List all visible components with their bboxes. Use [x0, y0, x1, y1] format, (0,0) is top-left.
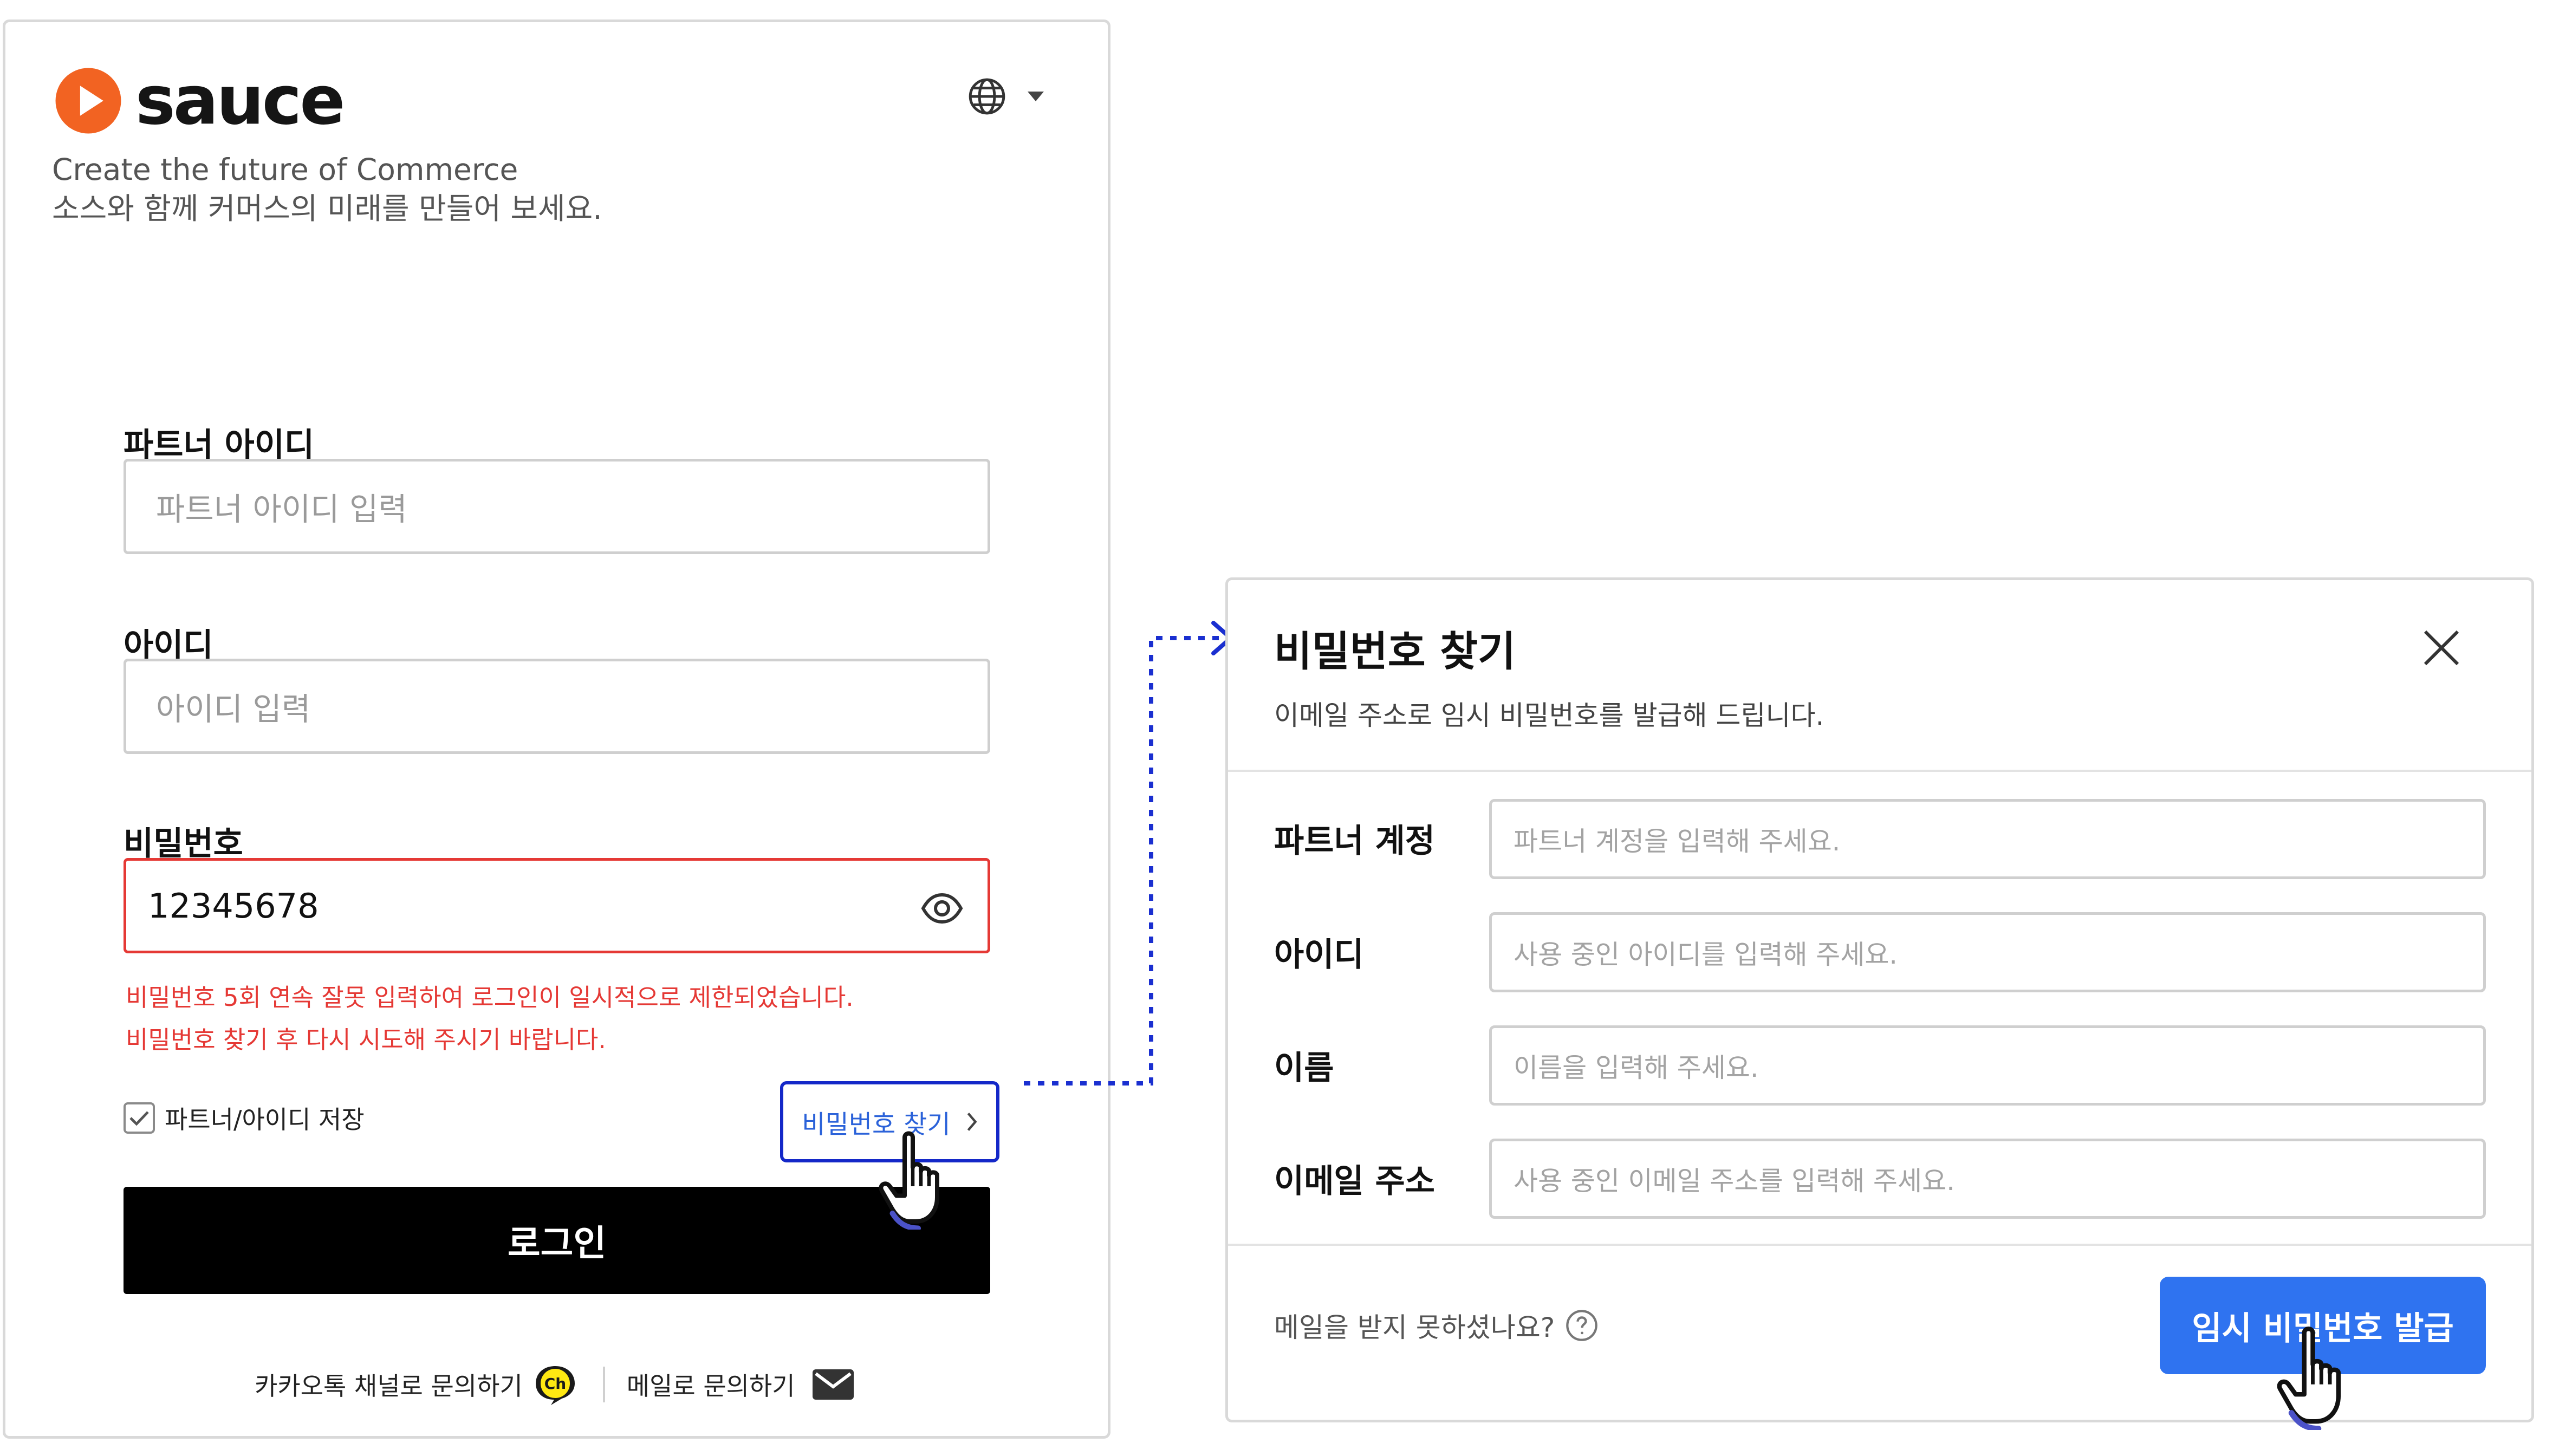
mail-contact-link[interactable]: 메일로 문의하기 — [627, 1367, 795, 1402]
name-placeholder: 이름을 입력해 주세요. — [1514, 1052, 1759, 1083]
partner-id-placeholder: 파트너 아이디 입력 — [156, 491, 407, 528]
mail-help[interactable]: 메일을 받지 못하셨나요? — [1274, 1306, 1599, 1345]
contact-divider — [602, 1367, 605, 1402]
modal-id-input[interactable]: 사용 중인 아이디를 입력해 주세요. — [1489, 912, 2486, 992]
password-error: 비밀번호 5회 연속 잘못 입력하여 로그인이 일시적으로 제한되었습니다. 비… — [126, 977, 854, 1061]
name-label: 이름 — [1274, 1049, 1334, 1087]
email-label: 이메일 주소 — [1274, 1162, 1435, 1200]
hand-pointer-icon-2 — [2277, 1327, 2341, 1430]
password-label: 비밀번호 — [124, 825, 243, 863]
login-button[interactable]: 로그인 — [124, 1187, 990, 1294]
brand-name: sauce — [135, 62, 345, 140]
modal-id-label: 아이디 — [1274, 936, 1364, 974]
partner-account-placeholder: 파트너 계정을 입력해 주세요. — [1514, 826, 1841, 857]
login-button-label: 로그인 — [507, 1223, 607, 1264]
language-selector[interactable] — [967, 76, 1044, 116]
play-logo-icon — [55, 68, 121, 134]
remember-checkbox-row[interactable]: 파트너/아이디 저장 — [124, 1100, 365, 1136]
sauce-logo: sauce — [54, 62, 345, 140]
contact-row: 카카오톡 채널로 문의하기 Ch 메일로 문의하기 — [255, 1363, 854, 1406]
question-icon[interactable] — [1564, 1308, 1599, 1343]
close-icon[interactable] — [2420, 626, 2463, 670]
caret-down-icon — [1028, 92, 1044, 101]
mail-icon[interactable] — [812, 1369, 854, 1400]
modal-title: 비밀번호 찾기 — [1274, 627, 1516, 675]
modal-id-placeholder: 사용 중인 아이디를 입력해 주세요. — [1514, 939, 1898, 970]
slogan: Create the future of Commerce 소스와 함께 커머스… — [52, 150, 602, 228]
remember-checkbox[interactable] — [124, 1102, 155, 1134]
email-placeholder: 사용 중인 이메일 주소를 입력해 주세요. — [1514, 1165, 1955, 1197]
mail-help-label: 메일을 받지 못하셨나요? — [1274, 1312, 1555, 1343]
user-id-placeholder: 아이디 입력 — [156, 691, 311, 727]
modal-divider-bottom — [1228, 1244, 2531, 1246]
globe-icon — [969, 78, 1005, 115]
remember-label: 파트너/아이디 저장 — [165, 1105, 365, 1134]
modal-divider-top — [1228, 770, 2531, 772]
partner-account-label: 파트너 계정 — [1274, 822, 1435, 860]
eye-icon[interactable] — [920, 887, 964, 930]
chevron-right-icon — [967, 1113, 977, 1131]
name-input[interactable]: 이름을 입력해 주세요. — [1489, 1025, 2486, 1106]
check-icon — [129, 1111, 149, 1126]
find-password-modal: 비밀번호 찾기 이메일 주소로 임시 비밀번호를 발급해 드립니다. 파트너 계… — [1225, 577, 2534, 1422]
partner-id-input[interactable]: 파트너 아이디 입력 — [124, 459, 990, 554]
kakao-contact-link[interactable]: 카카오톡 채널로 문의하기 — [255, 1367, 523, 1402]
kakao-channel-icon[interactable]: Ch — [534, 1363, 577, 1406]
slogan-en: Create the future of Commerce — [52, 152, 518, 187]
error-line-2: 비밀번호 찾기 후 다시 시도해 주시기 바랍니다. — [126, 1025, 606, 1054]
slogan-ko: 소스와 함께 커머스의 미래를 만들어 보세요. — [52, 191, 602, 226]
user-id-input[interactable]: 아이디 입력 — [124, 659, 990, 754]
partner-account-input[interactable]: 파트너 계정을 입력해 주세요. — [1489, 799, 2486, 879]
hand-pointer-icon — [879, 1131, 939, 1230]
password-value: 12345678 — [148, 886, 319, 926]
kakao-badge-text: Ch — [544, 1375, 566, 1393]
password-input[interactable]: 12345678 — [124, 858, 990, 953]
email-input[interactable]: 사용 중인 이메일 주소를 입력해 주세요. — [1489, 1139, 2486, 1219]
modal-description: 이메일 주소로 임시 비밀번호를 발급해 드립니다. — [1274, 700, 1824, 731]
error-line-1: 비밀번호 5회 연속 잘못 입력하여 로그인이 일시적으로 제한되었습니다. — [126, 983, 854, 1012]
